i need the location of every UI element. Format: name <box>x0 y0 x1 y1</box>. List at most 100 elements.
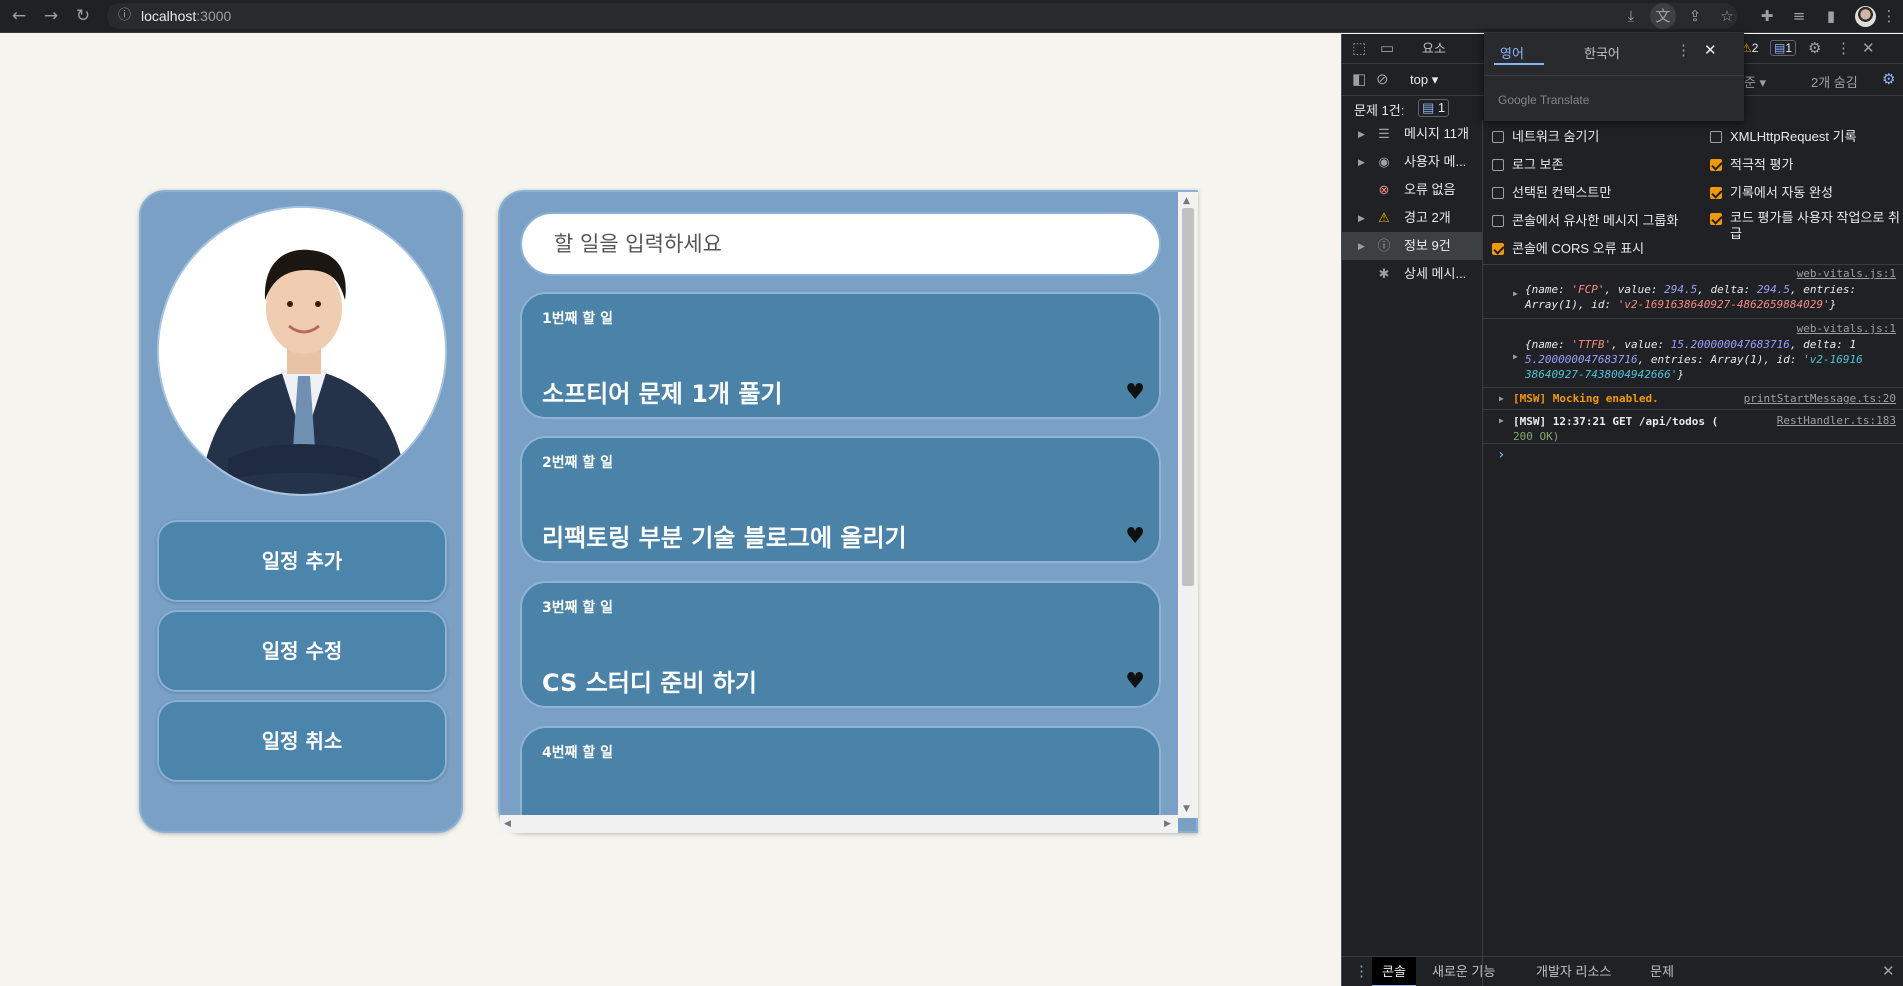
issues-label: 문제 1건: <box>1354 103 1405 118</box>
profile-card: 일정 추가 일정 수정 일정 취소 <box>139 190 463 833</box>
tab-whats-new[interactable]: 새로운 기능 <box>1432 957 1495 986</box>
tab-developer-resources[interactable]: 개발자 리소스 <box>1536 957 1611 986</box>
console-sidebar: ▶ ☰ 메시지 11개 ▶ ◉ 사용자 메... ⊗ 오류 없음 ▶ ⚠ 경고 2개 ▶ ⓘ 정보… <box>1342 120 1483 986</box>
drawer-menu-icon[interactable]: ⋮ <box>1354 957 1369 986</box>
todo-title: CS 스터디 준비 하기 <box>542 669 757 697</box>
scroll-down-icon[interactable]: ▼ <box>1183 804 1190 814</box>
person-illustration <box>159 208 445 494</box>
sidebar-icon[interactable]: ▮ <box>1818 3 1844 29</box>
settings-gear-icon[interactable]: ⚙ <box>1808 34 1821 64</box>
option-hide-network[interactable]: 네트워크 숨기기 <box>1492 126 1682 148</box>
url-text: localhost:3000 <box>141 8 232 24</box>
todo-title: 소프티어 문제 1개 풀기 <box>542 380 783 408</box>
devtools-panel: ⬚ ▭ 요소 ⚠2 ▤1 ⚙ ⋮ ✕ ◧ ⊘ top ▾ 수준 ▾ 2개 숨김 … <box>1341 34 1903 986</box>
heart-icon[interactable]: ♥ <box>1125 669 1145 694</box>
menu-icon[interactable]: ⋮ <box>1876 3 1902 29</box>
profile-avatar[interactable] <box>1855 6 1876 27</box>
sidebar-toggle-icon[interactable]: ◧ <box>1352 64 1366 96</box>
sidebar-item-messages[interactable]: ▶ ☰ 메시지 11개 <box>1342 120 1483 148</box>
context-select[interactable]: top ▾ <box>1410 72 1438 88</box>
back-icon[interactable]: ← <box>6 3 32 29</box>
warning-icon: ⚠ <box>1378 210 1390 225</box>
sidebar-item-errors[interactable]: ⊗ 오류 없음 <box>1342 176 1483 204</box>
translate-icon[interactable]: 文 <box>1650 3 1676 29</box>
todo-number: 4번째 할 일 <box>542 745 614 761</box>
drawer-tabbar: ⋮ 콘솔 새로운 기능 개발자 리소스 문제 ✕ <box>1342 956 1903 986</box>
todo-list-panel: 할 일을 입력하세요 1번째 할 일 소프티어 문제 1개 풀기 ♥ 2번째 할… <box>498 190 1198 833</box>
console-options-right: XMLHttpRequest 기록 적극적 평가 기록에서 자동 완성 코드 평… <box>1710 126 1902 242</box>
address-bar[interactable]: ⓘ localhost:3000 <box>107 3 1737 29</box>
log-entry: ▶ [MSW] Mocking enabled. printStartMessa… <box>1483 388 1903 410</box>
error-icon: ⊗ <box>1378 182 1390 197</box>
google-translate-label: Google Translate <box>1498 93 1590 107</box>
info-icon: ⓘ <box>1377 238 1391 253</box>
log-entry: ▶ [MSW] 12:37:21 GET /api/todos (200 OK)… <box>1483 410 1903 444</box>
close-drawer-icon[interactable]: ✕ <box>1882 957 1895 986</box>
console-settings-icon[interactable]: ⚙ <box>1882 64 1895 96</box>
list-icon: ☰ <box>1378 126 1390 141</box>
tab-issues[interactable]: 문제 <box>1650 957 1674 986</box>
forward-icon[interactable]: → <box>38 3 64 29</box>
heart-icon[interactable]: ♥ <box>1125 524 1145 549</box>
console-prompt[interactable]: › <box>1497 447 1505 463</box>
todo-input[interactable]: 할 일을 입력하세요 <box>520 212 1161 276</box>
todo-number: 1번째 할 일 <box>542 311 614 327</box>
close-devtools-icon[interactable]: ✕ <box>1862 34 1875 64</box>
sidebar-item-warnings[interactable]: ▶ ⚠ 경고 2개 <box>1342 204 1483 232</box>
issues-badge[interactable]: ▤ 1 <box>1418 99 1450 117</box>
add-schedule-button[interactable]: 일정 추가 <box>157 520 447 602</box>
message-count[interactable]: ▤1 <box>1770 40 1797 56</box>
heart-icon[interactable]: ♥ <box>1125 380 1145 405</box>
more-options-icon[interactable]: ⋮ <box>1836 34 1851 64</box>
tab-english[interactable]: 영어 <box>1500 43 1524 62</box>
todo-number: 3번째 할 일 <box>542 600 614 616</box>
option-preserve-log[interactable]: 로그 보존 <box>1492 154 1682 176</box>
todo-number: 2번째 할 일 <box>542 455 614 471</box>
bookmark-star-icon[interactable]: ☆ <box>1714 3 1740 29</box>
source-link[interactable]: web-vitals.js:1 <box>1797 322 1896 335</box>
todo-item[interactable]: 1번째 할 일 소프티어 문제 1개 풀기 ♥ <box>520 292 1161 419</box>
todo-item[interactable]: 2번째 할 일 리팩토링 부분 기술 블로그에 올리기 ♥ <box>520 436 1161 563</box>
user-icon: ◉ <box>1378 154 1390 169</box>
edit-schedule-button[interactable]: 일정 수정 <box>157 610 447 692</box>
scroll-right-icon[interactable]: ▶ <box>1164 819 1171 829</box>
inspect-icon[interactable]: ⬚ <box>1352 34 1366 64</box>
source-link[interactable]: web-vitals.js:1 <box>1797 267 1896 280</box>
extensions-icon[interactable]: ✚ <box>1754 3 1780 29</box>
log-entry: web-vitals.js:1 ▶ {name: 'FCP', value: 2… <box>1483 264 1903 319</box>
sidebar-item-info[interactable]: ▶ ⓘ 정보 9건 <box>1342 232 1483 260</box>
horizontal-scrollbar[interactable]: ◀ ▶ <box>500 815 1178 833</box>
hidden-count: 2개 숨김 <box>1811 75 1858 90</box>
tab-elements[interactable]: 요소 <box>1422 34 1446 64</box>
scrollbar-thumb[interactable] <box>1182 208 1194 586</box>
reload-icon[interactable]: ↻ <box>70 3 96 29</box>
scroll-left-icon[interactable]: ◀ <box>504 819 511 829</box>
info-icon[interactable]: ⓘ <box>118 3 131 29</box>
source-link[interactable]: printStartMessage.ts:20 <box>1744 392 1896 405</box>
source-link[interactable]: RestHandler.ts:183 <box>1777 414 1896 427</box>
close-icon[interactable]: ✕ <box>1704 41 1717 59</box>
more-options-icon[interactable]: ⋮ <box>1676 41 1691 59</box>
bug-icon: ✱ <box>1378 266 1390 281</box>
option-user-activation[interactable]: 코드 평가를 사용자 작업으로 취급 <box>1710 210 1902 242</box>
option-selected-context[interactable]: 선택된 컨텍스트만 <box>1492 182 1682 204</box>
option-group-similar[interactable]: 콘솔에서 유사한 메시지 그룹화 <box>1492 210 1682 232</box>
tab-console[interactable]: 콘솔 <box>1372 957 1416 986</box>
sidebar-item-verbose[interactable]: ✱ 상세 메시... <box>1342 260 1483 288</box>
download-icon[interactable]: ⤓ <box>1618 3 1644 29</box>
log-entry: web-vitals.js:1 ▶ {name: 'TTFB', value: … <box>1483 320 1903 388</box>
todo-item[interactable]: 3번째 할 일 CS 스터디 준비 하기 ♥ <box>520 581 1161 708</box>
device-toggle-icon[interactable]: ▭ <box>1380 34 1394 64</box>
share-icon[interactable]: ⇪ <box>1682 3 1708 29</box>
option-eager-eval[interactable]: 적극적 평가 <box>1710 154 1902 176</box>
tab-korean[interactable]: 한국어 <box>1584 43 1620 62</box>
option-cors-errors[interactable]: 콘솔에 CORS 오류 표시 <box>1492 238 1682 260</box>
scroll-up-icon[interactable]: ▲ <box>1183 196 1190 206</box>
todo-title: 리팩토링 부분 기술 블로그에 올리기 <box>542 524 907 552</box>
reading-list-icon[interactable]: ≡ <box>1786 3 1812 29</box>
cancel-schedule-button[interactable]: 일정 취소 <box>157 700 447 782</box>
sidebar-item-user-messages[interactable]: ▶ ◉ 사용자 메... <box>1342 148 1483 176</box>
clear-console-icon[interactable]: ⊘ <box>1376 64 1389 96</box>
option-log-xhr[interactable]: XMLHttpRequest 기록 <box>1710 126 1902 148</box>
option-autocomplete[interactable]: 기록에서 자동 완성 <box>1710 182 1902 204</box>
